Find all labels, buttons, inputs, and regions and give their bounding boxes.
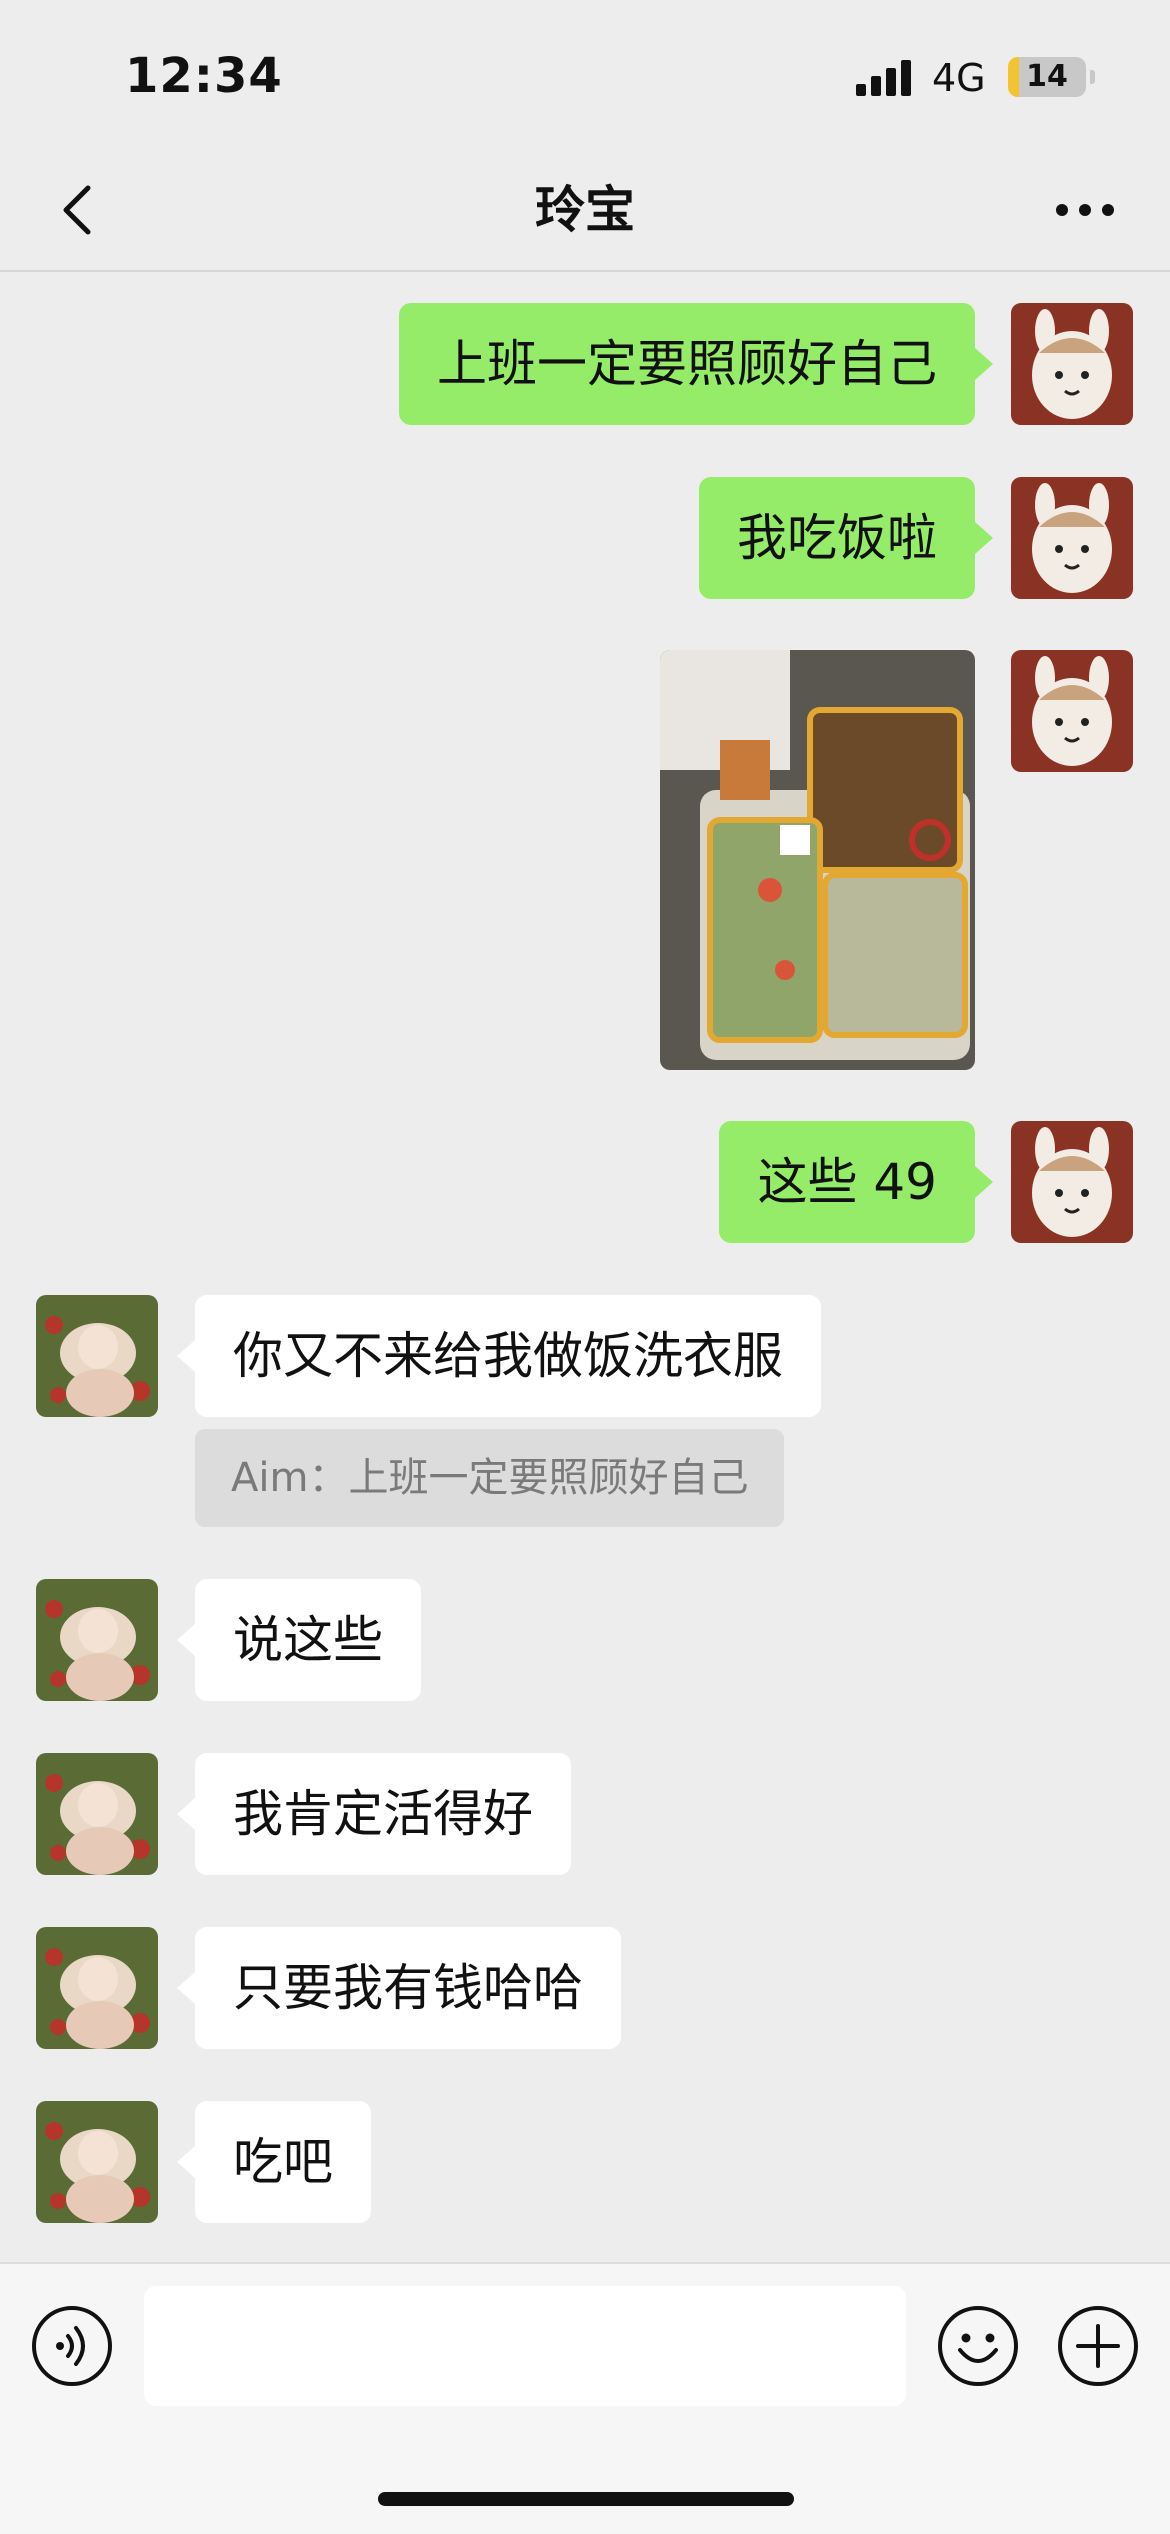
message-input[interactable] [144, 2286, 906, 2406]
bubble-tail [177, 1972, 195, 2004]
contact-message-bubble[interactable]: 你又不来给我做饭洗衣服 [195, 1295, 821, 1417]
battery-tip [1090, 70, 1095, 84]
bubble-tail [177, 1798, 195, 1830]
my-avatar[interactable] [1011, 477, 1133, 599]
emoji-icon[interactable] [936, 2304, 1020, 2388]
contact-avatar[interactable] [36, 1927, 158, 2049]
battery-level: 14 [1026, 59, 1068, 94]
chat-header: 玲宝 [0, 150, 1170, 272]
message-list[interactable]: 上班一定要照顾好自己 我吃饭啦 这些 49 你又不来给我做饭洗衣服 Aim：上班… [0, 272, 1170, 2260]
contact-avatar[interactable] [36, 1295, 158, 1417]
cellular-signal-icon [856, 60, 916, 96]
contact-message-bubble[interactable]: 只要我有钱哈哈 [195, 1927, 621, 2049]
status-bar: 12:34 4G 14 [0, 0, 1170, 150]
contact-avatar[interactable] [36, 2101, 158, 2223]
plus-icon[interactable] [1056, 2304, 1140, 2388]
food-photo-message[interactable] [660, 650, 975, 1070]
bubble-tail [177, 2146, 195, 2178]
contact-message-bubble[interactable]: 我肯定活得好 [195, 1753, 571, 1875]
my-avatar[interactable] [1011, 1121, 1133, 1243]
my-message-bubble[interactable]: 上班一定要照顾好自己 [399, 303, 975, 425]
network-type: 4G [932, 56, 986, 100]
contact-avatar[interactable] [36, 1753, 158, 1875]
status-time: 12:34 [125, 48, 283, 104]
home-indicator[interactable] [378, 2492, 794, 2506]
battery-icon: 14 [1008, 57, 1086, 97]
bubble-tail [177, 1624, 195, 1656]
my-avatar[interactable] [1011, 303, 1133, 425]
input-bar [0, 2262, 1170, 2534]
my-message-bubble[interactable]: 我吃饭啦 [699, 477, 975, 599]
contact-message-bubble[interactable]: 说这些 [195, 1579, 421, 1701]
back-chevron-icon[interactable] [50, 180, 110, 240]
quoted-reply[interactable]: Aim：上班一定要照顾好自己 [195, 1429, 785, 1527]
my-message-bubble[interactable]: 这些 49 [719, 1121, 975, 1243]
bubble-tail [177, 1340, 195, 1372]
chat-title: 玲宝 [535, 181, 635, 239]
bubble-tail [975, 522, 993, 554]
bubble-tail [975, 348, 993, 380]
contact-avatar[interactable] [36, 1579, 158, 1701]
voice-input-icon[interactable] [30, 2304, 114, 2388]
bubble-tail [975, 1166, 993, 1198]
contact-message-bubble[interactable]: 吃吧 [195, 2101, 371, 2223]
more-options-icon[interactable] [1050, 180, 1120, 240]
my-avatar[interactable] [1011, 650, 1133, 772]
